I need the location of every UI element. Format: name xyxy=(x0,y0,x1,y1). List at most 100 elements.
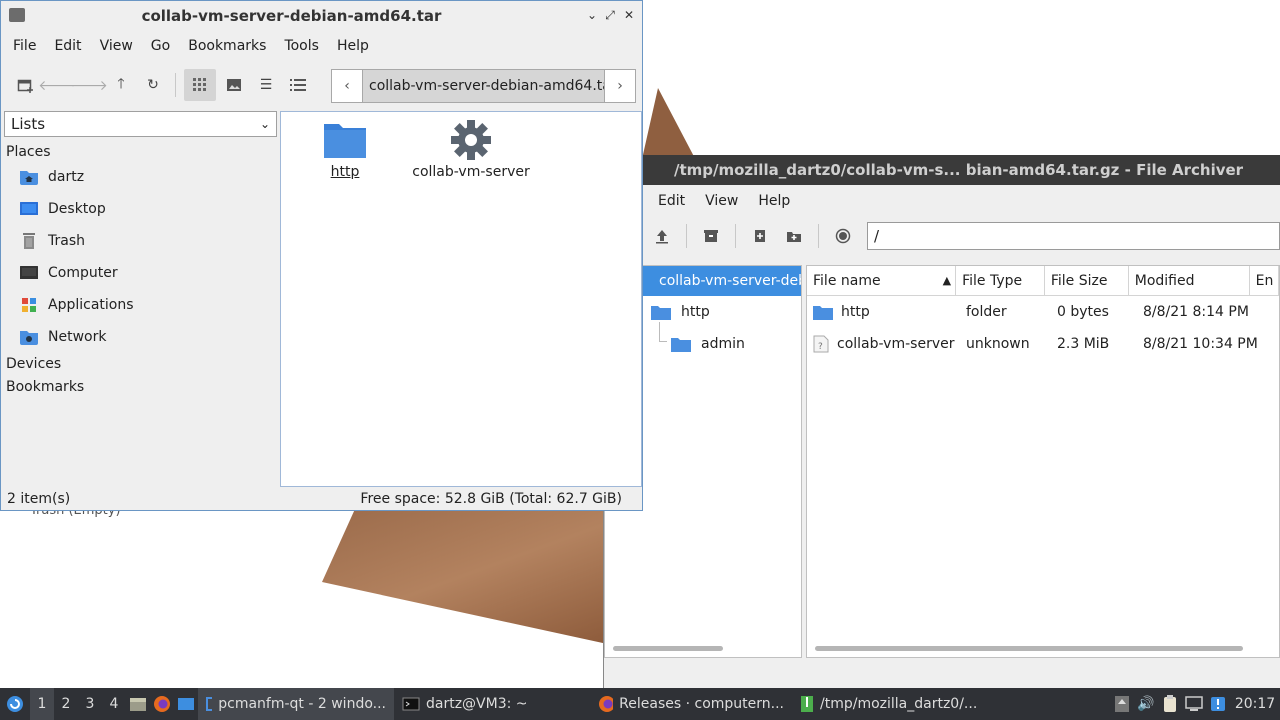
firefox-launcher-icon[interactable] xyxy=(150,688,174,720)
folder-icon xyxy=(671,338,691,352)
task-label: /tmp/mozilla_dartz0/... xyxy=(820,696,978,712)
compact-view-icon[interactable]: ☰ xyxy=(252,71,280,99)
menu-file[interactable]: File xyxy=(5,36,44,56)
path-scroll-left-icon[interactable]: ‹ xyxy=(332,70,362,102)
sidebar-item-applications[interactable]: Applications xyxy=(4,289,277,321)
sidebar-item-label: Desktop xyxy=(48,201,106,217)
column-extra[interactable]: En xyxy=(1250,266,1279,295)
menu-bookmarks[interactable]: Bookmarks xyxy=(180,36,274,56)
reload-icon[interactable]: ↻ xyxy=(139,71,167,99)
task-label: dartz@VM3: ~ xyxy=(426,696,528,712)
toolbar-separator xyxy=(818,224,819,248)
task-archiver[interactable]: /tmp/mozilla_dartz0/... xyxy=(792,688,992,720)
folder-icon xyxy=(324,124,366,158)
svg-text:?: ? xyxy=(818,342,823,352)
file-manager-titlebar[interactable]: collab-vm-server-debian-amd64.tar ⌄ ⤢ ✕ xyxy=(1,1,642,31)
clock[interactable]: 20:17 xyxy=(1230,696,1280,712)
archiver-location-field[interactable]: / xyxy=(867,222,1280,250)
path-bar: ‹ collab-vm-server-debian-amd64.tar › xyxy=(331,69,636,103)
up-icon[interactable]: 🡑 xyxy=(107,71,135,99)
detailed-list-view-icon[interactable] xyxy=(284,71,312,99)
back-icon[interactable]: 🡐 xyxy=(38,71,76,99)
task-label: pcmanfm-qt - 2 windo... xyxy=(218,696,386,712)
menu-view[interactable]: View xyxy=(92,36,141,56)
maximize-icon[interactable]: ⤢ xyxy=(602,7,618,23)
add-folder-icon[interactable] xyxy=(780,222,808,250)
file-item-http[interactable]: http xyxy=(315,120,375,180)
side-pane-mode-select[interactable]: Lists ⌄ xyxy=(4,111,277,137)
thumbnail-view-icon[interactable] xyxy=(220,71,248,99)
row-name: collab-vm-server xyxy=(837,336,955,352)
archiver-menu-edit[interactable]: Edit xyxy=(650,191,693,211)
tree-item-admin-label: admin xyxy=(701,336,745,352)
sidebar-item-network[interactable]: Network xyxy=(4,321,277,353)
minimize-icon[interactable]: ⌄ xyxy=(584,7,600,23)
workspace-3[interactable]: 3 xyxy=(78,696,102,712)
home-folder-icon xyxy=(20,171,38,185)
volume-icon[interactable]: 🔊 xyxy=(1134,688,1158,720)
menu-go[interactable]: Go xyxy=(143,36,178,56)
update-notifier-icon[interactable] xyxy=(1206,688,1230,720)
add-file-icon[interactable] xyxy=(746,222,774,250)
file-item-label: collab-vm-server xyxy=(412,164,530,180)
column-file-type[interactable]: File Type xyxy=(956,266,1045,295)
column-file-size[interactable]: File Size xyxy=(1045,266,1129,295)
task-terminal[interactable]: dartz@VM3: ~ xyxy=(394,688,590,720)
list-horizontal-scrollbar[interactable] xyxy=(815,646,1243,651)
bookmarks-header[interactable]: Bookmarks xyxy=(4,378,277,396)
archiver-menubar: Edit View Help xyxy=(604,185,1280,217)
archiver-file-list: File name ▲ File Type File Size Modified … xyxy=(806,265,1280,658)
table-row[interactable]: ? collab-vm-server unknown 2.3 MiB 8/8/2… xyxy=(807,328,1279,360)
network-status-icon[interactable] xyxy=(1182,688,1206,720)
new-tab-icon[interactable] xyxy=(11,71,39,99)
stop-icon[interactable] xyxy=(829,222,857,250)
clipboard-icon[interactable] xyxy=(1158,688,1182,720)
show-desktop-icon[interactable] xyxy=(174,688,198,720)
file-manager-toolbar: 🡐 🡒 🡑 ↻ ☰ ‹ collab-vm-server-debian-amd6… xyxy=(1,61,642,109)
close-icon[interactable]: ✕ xyxy=(621,7,637,23)
file-list-header: File name ▲ File Type File Size Modified … xyxy=(807,266,1279,296)
column-file-name[interactable]: File name ▲ xyxy=(807,266,957,295)
sidebar-item-trash[interactable]: Trash xyxy=(4,225,277,257)
tray-up-icon[interactable] xyxy=(1110,688,1134,720)
sidebar-item-home[interactable]: dartz xyxy=(4,161,277,193)
path-scroll-right-icon[interactable]: › xyxy=(605,70,635,102)
places-header[interactable]: Places xyxy=(4,143,277,161)
menu-edit[interactable]: Edit xyxy=(46,36,89,56)
column-modified[interactable]: Modified xyxy=(1129,266,1250,295)
file-item-collab-vm-server[interactable]: collab-vm-server xyxy=(409,120,533,180)
extract-icon[interactable] xyxy=(697,222,725,250)
icon-view-icon[interactable] xyxy=(184,69,216,101)
sidebar-item-computer[interactable]: Computer xyxy=(4,257,277,289)
row-type: folder xyxy=(966,304,1007,320)
sidebar-item-desktop[interactable]: Desktop xyxy=(4,193,277,225)
trash-icon xyxy=(23,233,35,249)
start-menu-icon[interactable] xyxy=(0,688,30,720)
applications-icon xyxy=(22,298,36,312)
workspace-1[interactable]: 1 xyxy=(30,688,54,720)
go-up-icon[interactable] xyxy=(648,222,676,250)
workspace-4[interactable]: 4 xyxy=(102,696,126,712)
path-crumb[interactable]: collab-vm-server-debian-amd64.tar xyxy=(362,70,605,102)
task-firefox[interactable]: Releases · computern... xyxy=(590,688,792,720)
sidebar-item-label: dartz xyxy=(48,169,85,185)
workspace-2[interactable]: 2 xyxy=(54,696,78,712)
archiver-menu-help[interactable]: Help xyxy=(750,191,798,211)
tree-horizontal-scrollbar[interactable] xyxy=(613,646,723,651)
file-manager-window: collab-vm-server-debian-amd64.tar ⌄ ⤢ ✕ … xyxy=(0,0,643,511)
archiver-toolbar: / xyxy=(604,217,1280,255)
menu-tools[interactable]: Tools xyxy=(276,36,327,56)
row-modified: 8/8/21 8:14 PM xyxy=(1143,304,1249,320)
file-view[interactable]: http collab-vm-server xyxy=(280,111,642,487)
file-manager-launcher-icon[interactable] xyxy=(126,688,150,720)
gear-icon xyxy=(451,120,491,160)
task-pcmanfm[interactable]: pcmanfm-qt - 2 windo... xyxy=(198,688,394,720)
taskbar: 1 2 3 4 pcmanfm-qt - 2 windo... dartz@VM… xyxy=(0,688,1280,720)
menu-help[interactable]: Help xyxy=(329,36,377,56)
archiver-menu-view[interactable]: View xyxy=(697,191,746,211)
forward-icon[interactable]: 🡒 xyxy=(70,71,108,99)
devices-header[interactable]: Devices xyxy=(4,355,277,373)
table-row[interactable]: http folder 0 bytes 8/8/21 8:14 PM xyxy=(807,296,1279,328)
archiver-title[interactable]: /tmp/mozilla_dartz0/collab-vm-s... bian-… xyxy=(604,155,1280,185)
toolbar-separator xyxy=(686,224,687,248)
